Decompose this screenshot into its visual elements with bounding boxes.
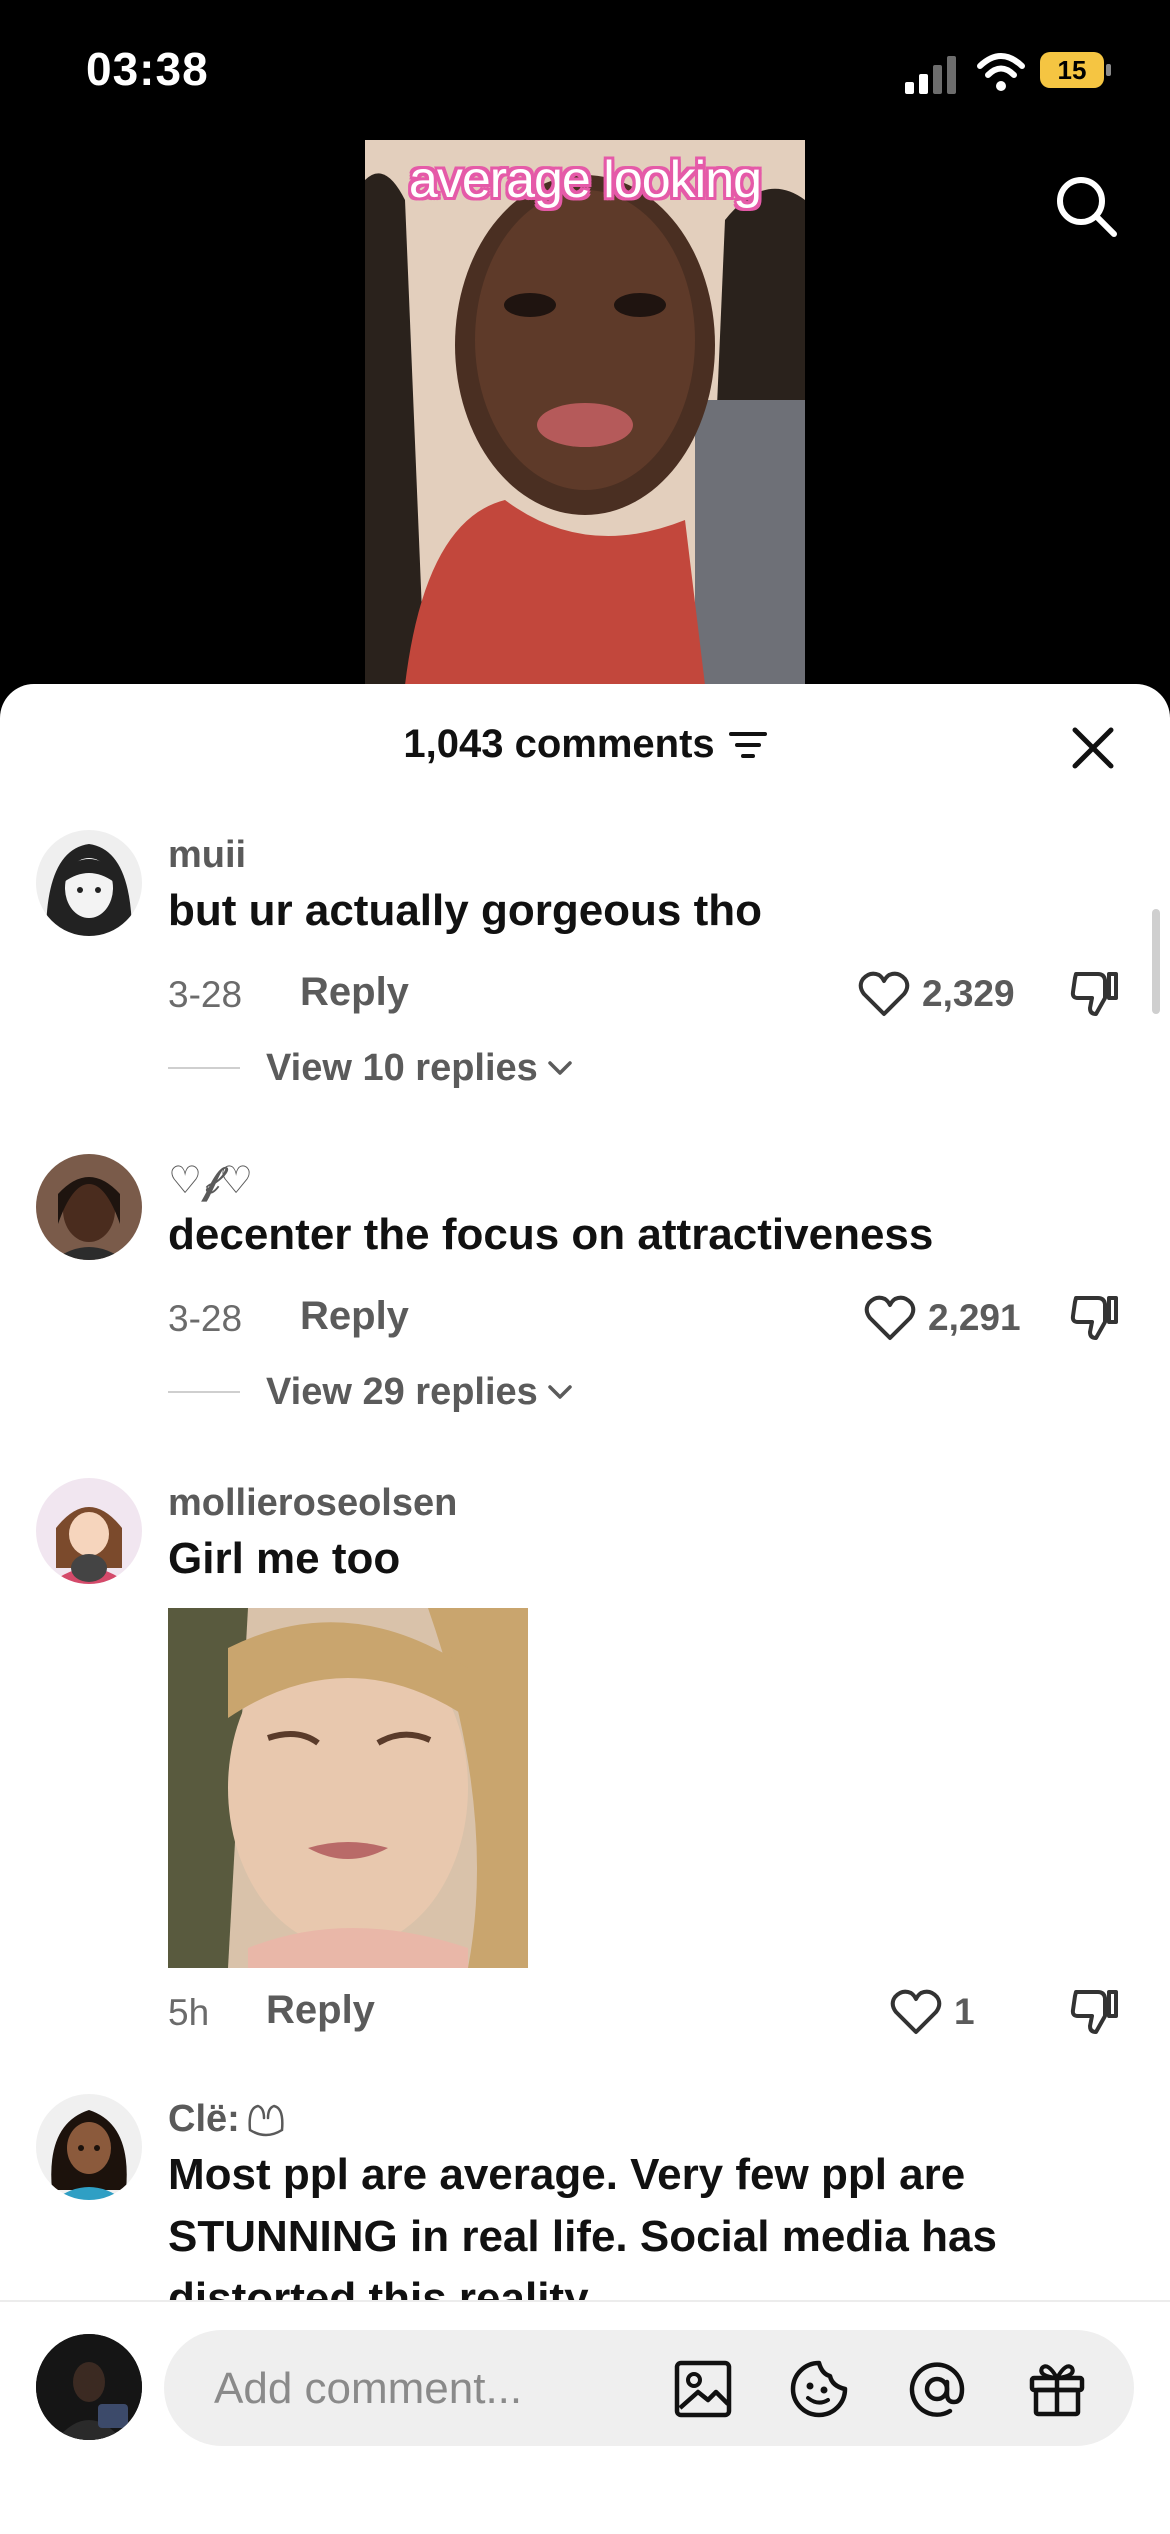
status-bar: 03:38 15 bbox=[0, 0, 1170, 140]
comment-meta: 3-28 Reply 2,329 bbox=[168, 968, 1128, 1020]
cellular-signal-icon bbox=[905, 56, 956, 94]
battery-tip bbox=[1106, 64, 1111, 76]
view-replies-button[interactable]: View 10 replies bbox=[168, 1044, 576, 1092]
battery-indicator: 15 bbox=[1040, 52, 1112, 92]
comment-composer-bar bbox=[0, 2300, 1170, 2534]
avatar-illustration bbox=[36, 1154, 142, 1260]
heart-icon bbox=[890, 1989, 942, 2034]
comments-sheet: 1,043 comments muii but ur actually gorg… bbox=[0, 684, 1170, 2532]
comment-item: mollieroseolsen Girl me too 5h Reply 1 bbox=[0, 1478, 1170, 2078]
view-replies-button[interactable]: View 29 replies bbox=[168, 1368, 576, 1416]
avatar[interactable] bbox=[36, 1154, 142, 1260]
heart-icon bbox=[864, 1295, 916, 1340]
comments-header: 1,043 comments bbox=[0, 722, 1170, 767]
chevron-down-icon bbox=[548, 1385, 572, 1399]
at-mention-icon[interactable] bbox=[906, 2358, 968, 2420]
close-icon[interactable] bbox=[1065, 720, 1121, 776]
comment-input[interactable] bbox=[212, 2350, 676, 2428]
sort-filter-icon[interactable] bbox=[728, 729, 767, 761]
like-count: 1 bbox=[954, 1991, 975, 2032]
like-button[interactable]: 1 bbox=[890, 1986, 975, 2038]
battery-level: 15 bbox=[1040, 52, 1104, 88]
comment-count-title: 1,043 comments bbox=[403, 722, 715, 766]
comment-input-container bbox=[164, 2330, 1134, 2446]
comment-meta: 5h Reply 1 bbox=[168, 1986, 1128, 2038]
comment-username[interactable]: ♡𝒻♡ bbox=[168, 1158, 253, 1203]
comment-meta: 3-28 Reply 2,291 bbox=[168, 1292, 1128, 1344]
reply-button[interactable]: Reply bbox=[300, 970, 409, 1015]
avatar-illustration bbox=[36, 2094, 142, 2200]
divider bbox=[168, 1067, 240, 1069]
comment-gif-image[interactable] bbox=[168, 1608, 528, 1968]
comment-text: Girl me too bbox=[168, 1534, 401, 1583]
like-button[interactable]: 2,291 bbox=[864, 1292, 1021, 1344]
video-frame-illustration bbox=[365, 140, 805, 685]
gift-icon[interactable] bbox=[1026, 2358, 1088, 2420]
comment-item: muii but ur actually gorgeous tho 3-28 R… bbox=[0, 830, 1170, 1120]
avatar-illustration bbox=[36, 1478, 142, 1584]
reply-button[interactable]: Reply bbox=[300, 1294, 409, 1339]
thumbs-down-icon[interactable] bbox=[1068, 1292, 1120, 1344]
divider bbox=[168, 1391, 240, 1393]
comment-item: ♡𝒻♡ decenter the focus on attractiveness… bbox=[0, 1154, 1170, 1444]
heart-hands-icon bbox=[248, 2104, 284, 2136]
video-preview[interactable]: average looking bbox=[365, 140, 805, 685]
comment-username: Clë: bbox=[168, 2098, 240, 2140]
comment-text: decenter the focus on attractiveness bbox=[168, 1210, 934, 1259]
view-replies-label: View 10 replies bbox=[266, 1046, 538, 1089]
comment-date: 3-28 bbox=[168, 1298, 243, 1339]
avatar[interactable] bbox=[36, 1478, 142, 1584]
image-icon[interactable] bbox=[672, 2358, 734, 2420]
like-count: 2,329 bbox=[922, 973, 1015, 1014]
avatar-illustration bbox=[36, 2334, 142, 2440]
chevron-down-icon bbox=[548, 1061, 572, 1075]
comment-username[interactable]: muii bbox=[168, 834, 246, 877]
status-time: 03:38 bbox=[86, 43, 209, 95]
comment-date: 3-28 bbox=[168, 974, 243, 1015]
gif-illustration bbox=[168, 1608, 528, 1968]
like-count: 2,291 bbox=[928, 1297, 1021, 1338]
like-button[interactable]: 2,329 bbox=[858, 968, 1015, 1020]
thumbs-down-icon[interactable] bbox=[1068, 1986, 1120, 2038]
reply-button[interactable]: Reply bbox=[266, 1988, 375, 2033]
video-caption: average looking bbox=[408, 151, 762, 209]
comment-date: 5h bbox=[168, 1992, 210, 2033]
wifi-icon bbox=[977, 53, 1025, 91]
avatar-illustration bbox=[36, 830, 142, 936]
comment-username[interactable]: mollieroseolsen bbox=[168, 1482, 457, 1525]
search-icon[interactable] bbox=[1050, 170, 1122, 242]
heart-icon bbox=[858, 971, 910, 1016]
avatar[interactable] bbox=[36, 830, 142, 936]
avatar[interactable] bbox=[36, 2094, 142, 2200]
current-user-avatar[interactable] bbox=[36, 2334, 142, 2440]
emoji-sticker-icon[interactable] bbox=[788, 2358, 850, 2420]
view-replies-label: View 29 replies bbox=[266, 1370, 538, 1413]
thumbs-down-icon[interactable] bbox=[1068, 968, 1120, 1020]
comment-text: but ur actually gorgeous tho bbox=[168, 886, 763, 935]
comment-username-row[interactable]: Clë: bbox=[168, 2098, 288, 2141]
